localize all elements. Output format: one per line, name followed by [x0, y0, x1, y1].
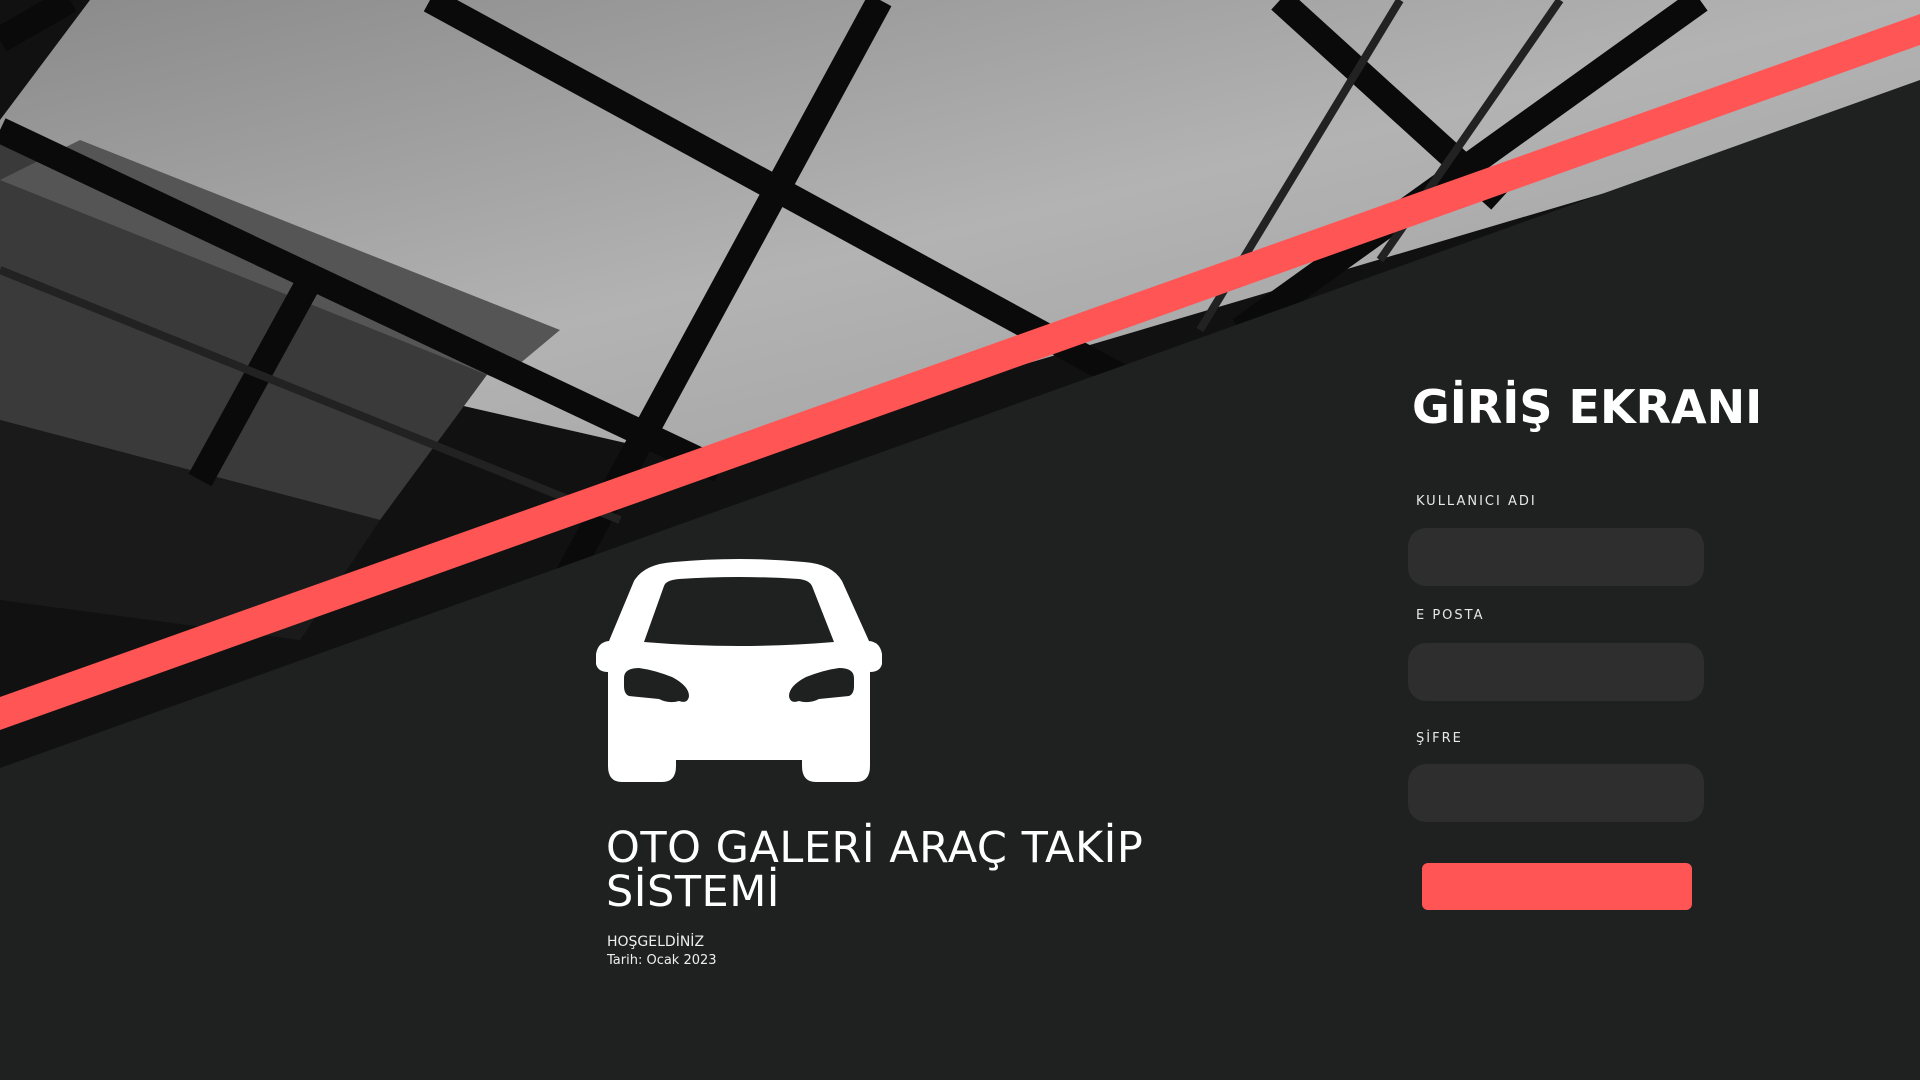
app-title: OTO GALERİ ARAÇ TAKİP SİSTEMİ — [606, 823, 1144, 917]
email-label: E POSTA — [1416, 608, 1485, 623]
password-label: ŞİFRE — [1416, 731, 1463, 746]
username-label: KULLANICI ADI — [1416, 494, 1537, 509]
date-text: Tarih: Ocak 2023 — [607, 953, 717, 968]
email-input[interactable] — [1408, 643, 1704, 701]
welcome-text: HOŞGELDİNİZ — [607, 934, 705, 950]
login-button[interactable] — [1422, 863, 1692, 910]
car-icon — [596, 559, 882, 782]
password-input[interactable] — [1408, 764, 1704, 822]
login-title: GİRİŞ EKRANI — [1412, 380, 1763, 434]
username-input[interactable] — [1408, 528, 1704, 586]
